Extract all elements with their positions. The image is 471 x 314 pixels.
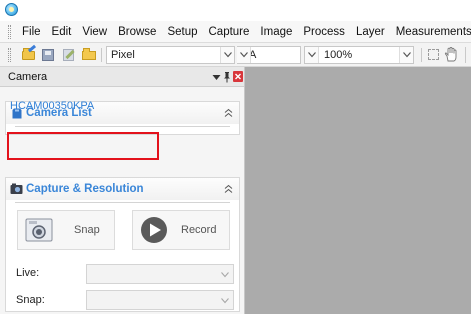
play-record-icon — [140, 216, 168, 244]
folder-icon[interactable] — [82, 48, 96, 61]
record-button[interactable]: Record — [132, 210, 230, 250]
record-button-label: Record — [181, 224, 217, 236]
close-icon[interactable] — [233, 71, 243, 82]
zoom-combo-value: 100% — [324, 49, 353, 61]
snap-button-label: Snap — [74, 224, 100, 236]
section-divider — [15, 202, 230, 203]
capture-resolution-section: Capture & Resolution Snap Record Live: S… — [5, 177, 240, 312]
rectangle-select-icon[interactable] — [428, 49, 439, 60]
menu-items: File Edit View Browse Setup Capture Imag… — [22, 21, 471, 43]
chevron-up-icon[interactable] — [224, 108, 233, 118]
highlight-annotation-box — [7, 132, 159, 160]
menu-file[interactable]: File — [22, 26, 41, 38]
menu-capture[interactable]: Capture — [209, 26, 250, 38]
camera-panel-title: Camera — [8, 71, 48, 83]
pin-icon[interactable] — [223, 71, 231, 83]
snap-button[interactable]: Snap — [17, 210, 115, 250]
na-combo[interactable]: NA — [237, 46, 301, 64]
save-icon[interactable] — [42, 48, 56, 61]
open-icon[interactable] — [22, 44, 37, 61]
camera-panel: Camera Camera List HCAM00350KPA Capture … — [0, 67, 245, 314]
menu-image[interactable]: Image — [260, 26, 292, 38]
hand-icon[interactable] — [444, 47, 458, 62]
camera-icon — [25, 217, 53, 243]
menu-grip-handle[interactable] — [8, 25, 11, 39]
section-divider — [15, 126, 230, 127]
menu-setup[interactable]: Setup — [167, 26, 197, 38]
menu-process[interactable]: Process — [303, 26, 345, 38]
menu-layer[interactable]: Layer — [356, 26, 385, 38]
menu-view[interactable]: View — [82, 26, 107, 38]
capture-icon — [10, 183, 23, 198]
capture-resolution-header[interactable]: Capture & Resolution — [6, 178, 239, 200]
app-logo-icon[interactable] — [5, 3, 18, 16]
menu-edit[interactable]: Edit — [52, 26, 72, 38]
toolbar-separator — [421, 48, 422, 62]
chevron-down-icon[interactable] — [305, 47, 319, 63]
chevron-up-icon[interactable] — [224, 184, 233, 194]
menu-browse[interactable]: Browse — [118, 26, 156, 38]
snap-field-label: Snap: — [16, 294, 45, 306]
chevron-down-icon[interactable] — [399, 47, 413, 63]
title-bar — [0, 0, 471, 20]
chevron-down-icon — [221, 272, 229, 278]
toolbar-separator — [101, 48, 102, 62]
dropdown-icon[interactable] — [212, 72, 221, 82]
chevron-down-icon — [221, 298, 229, 304]
edit-icon[interactable] — [62, 48, 76, 61]
image-workspace[interactable] — [245, 67, 471, 314]
live-resolution-select[interactable] — [86, 264, 234, 284]
live-label: Live: — [16, 267, 40, 279]
camera-panel-header: Camera — [0, 67, 244, 87]
camera-list-item[interactable]: HCAM00350KPA — [10, 100, 94, 112]
toolbar: Pixel NA 100% — [0, 43, 471, 67]
chevron-down-icon[interactable] — [237, 47, 251, 63]
unit-combo-value: Pixel — [111, 49, 135, 61]
menu-measurements[interactable]: Measurements — [396, 26, 471, 38]
unit-combo[interactable]: Pixel — [106, 46, 235, 64]
chevron-down-icon[interactable] — [220, 47, 234, 63]
menu-bar: File Edit View Browse Setup Capture Imag… — [0, 21, 471, 43]
snap-resolution-select[interactable] — [86, 290, 234, 310]
toolbar-grip-handle[interactable] — [8, 48, 11, 62]
capture-resolution-title: Capture & Resolution — [26, 183, 144, 195]
main-content: Camera Camera List HCAM00350KPA Capture … — [0, 67, 471, 314]
toolbar-separator — [465, 47, 466, 63]
zoom-combo[interactable]: 100% — [304, 46, 414, 64]
